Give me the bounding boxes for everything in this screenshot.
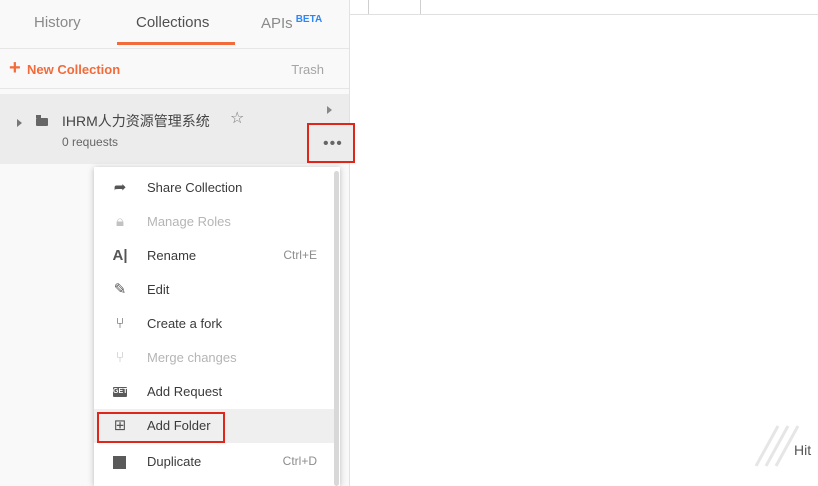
menu-item-duplicate[interactable]: Duplicate Ctrl+D <box>94 445 334 479</box>
tab-apis-label: APIs <box>261 15 293 32</box>
menu-item-share-collection[interactable]: ➦ Share Collection <box>94 171 334 205</box>
collection-request-count: 0 requests <box>62 135 119 149</box>
sidebar-toolbar: + New Collection Trash <box>0 50 349 90</box>
menu-item-edit[interactable]: ✎ Edit <box>94 273 334 307</box>
menu-item-label: Create a fork <box>147 316 223 331</box>
fork-icon: ⑂ <box>115 315 125 332</box>
menu-item-label: Share Collection <box>147 180 243 195</box>
star-icon[interactable]: ☆ <box>230 108 244 128</box>
menu-item-add-request[interactable]: GET Add Request <box>94 375 334 409</box>
share-icon: ➦ <box>113 179 127 196</box>
menu-item-manage-roles[interactable]: 🔒︎ Manage Roles <box>94 205 334 239</box>
merge-icon: ⑂ <box>115 349 125 366</box>
menu-item-label: Manage Roles <box>147 214 231 229</box>
menu-item-label: Duplicate <box>147 454 202 469</box>
folder-icon <box>36 115 48 126</box>
shortcut-label: Ctrl+D <box>282 454 317 468</box>
beta-badge: BETA <box>295 14 323 25</box>
lock-icon: 🔒︎ <box>116 213 124 230</box>
sidebar-tabs: History Collections APIs BETA <box>0 0 349 50</box>
menu-item-create-fork[interactable]: ⑂ Create a fork <box>94 307 334 341</box>
more-actions-button[interactable]: ••• <box>307 123 355 163</box>
active-tab-indicator <box>117 42 235 45</box>
expand-arrow-icon[interactable] <box>327 106 332 114</box>
menu-item-label: Edit <box>147 282 170 297</box>
menu-item-label: Merge changes <box>147 350 237 365</box>
menu-scrollbar[interactable] <box>334 171 339 486</box>
collection-item[interactable]: IHRM人力资源管理系统 ☆ 0 requests <box>0 94 349 164</box>
plus-icon[interactable]: + <box>9 58 21 78</box>
menu-item-label: Add Request <box>147 384 223 399</box>
menu-item-label: Rename <box>147 248 197 263</box>
rename-icon: A| <box>112 247 128 264</box>
tab-separator <box>420 0 421 14</box>
tab-separator <box>368 0 369 14</box>
tab-apis[interactable]: APIs BETA <box>261 14 322 32</box>
add-folder-highlight <box>97 412 225 443</box>
new-collection-button[interactable]: New Collection <box>27 62 120 77</box>
divider <box>0 88 349 89</box>
caret-right-icon[interactable] <box>17 119 22 127</box>
ellipsis-icon: ••• <box>323 135 343 152</box>
collection-name: IHRM人力资源管理系统 <box>62 113 210 129</box>
menu-item-merge-changes[interactable]: ⑂ Merge changes <box>94 341 334 375</box>
pencil-icon: ✎ <box>113 281 127 298</box>
divider <box>0 48 349 49</box>
get-request-icon: GET <box>113 387 128 397</box>
tab-history[interactable]: History <box>34 14 81 31</box>
tab-collections[interactable]: Collections <box>136 14 209 31</box>
menu-item-rename[interactable]: A| Rename Ctrl+E <box>94 239 334 273</box>
duplicate-icon <box>113 456 126 469</box>
trash-button[interactable]: Trash <box>291 62 324 77</box>
hint-text: Hit <box>794 442 812 458</box>
shortcut-label: Ctrl+E <box>283 248 317 262</box>
